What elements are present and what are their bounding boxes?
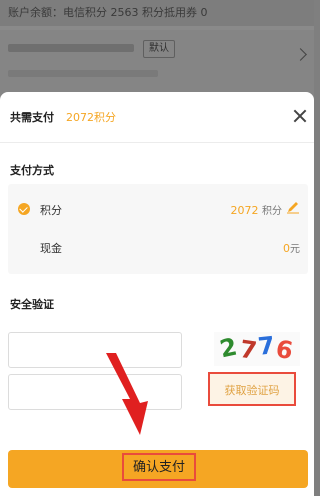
security-title: 安全验证 [10,298,54,311]
captcha-char: 7 [256,332,277,361]
arrow-icon [106,353,148,435]
total-label: 共需支付 [10,111,54,124]
points-value: 2072 积分 [231,202,283,217]
check-icon [18,203,30,215]
default-badge: 默认 [143,40,175,58]
blurred-text [8,44,134,52]
cash-value: 0元 [283,240,300,255]
cash-label: 现金 [40,242,62,255]
captcha-input[interactable] [8,332,182,368]
confirm-pay-label: 确认支付 [122,453,196,481]
total-amount: 2072积分 [66,111,116,124]
cash-option[interactable]: 现金 0元 [8,232,308,262]
payment-modal: 共需支付 2072积分 支付方式 积分 2072 积分 现金 0元 安全验证 2 [0,92,314,496]
pencil-icon[interactable] [286,200,300,214]
points-number: 2072 [230,204,259,217]
points-option[interactable]: 积分 2072 积分 [8,194,308,224]
account-bar: 账户余额：电信积分 2563 积分抵用券 0 [0,0,314,26]
blurred-text-2 [8,70,158,77]
captcha-char: 6 [273,334,296,366]
account-info: 账户余额：电信积分 2563 积分抵用券 0 [8,6,208,19]
modal-header: 共需支付 2072积分 [0,92,314,143]
captcha-image[interactable]: 2 7 7 6 [214,332,300,366]
payment-options: 积分 2072 积分 现金 0元 [8,184,308,274]
cash-unit: 元 [290,244,300,255]
payment-method-title: 支付方式 [10,164,54,177]
confirm-pay-button[interactable]: 确认支付 [8,450,308,488]
captcha-char: 2 [217,332,240,364]
cash-number: 0 [283,242,290,255]
points-unit: 积分 [262,206,282,217]
verification-code-input[interactable] [8,374,182,410]
close-icon[interactable] [290,106,310,126]
points-label: 积分 [40,204,62,217]
captcha-char: 7 [238,334,259,366]
get-code-button[interactable]: 获取验证码 [208,372,296,406]
